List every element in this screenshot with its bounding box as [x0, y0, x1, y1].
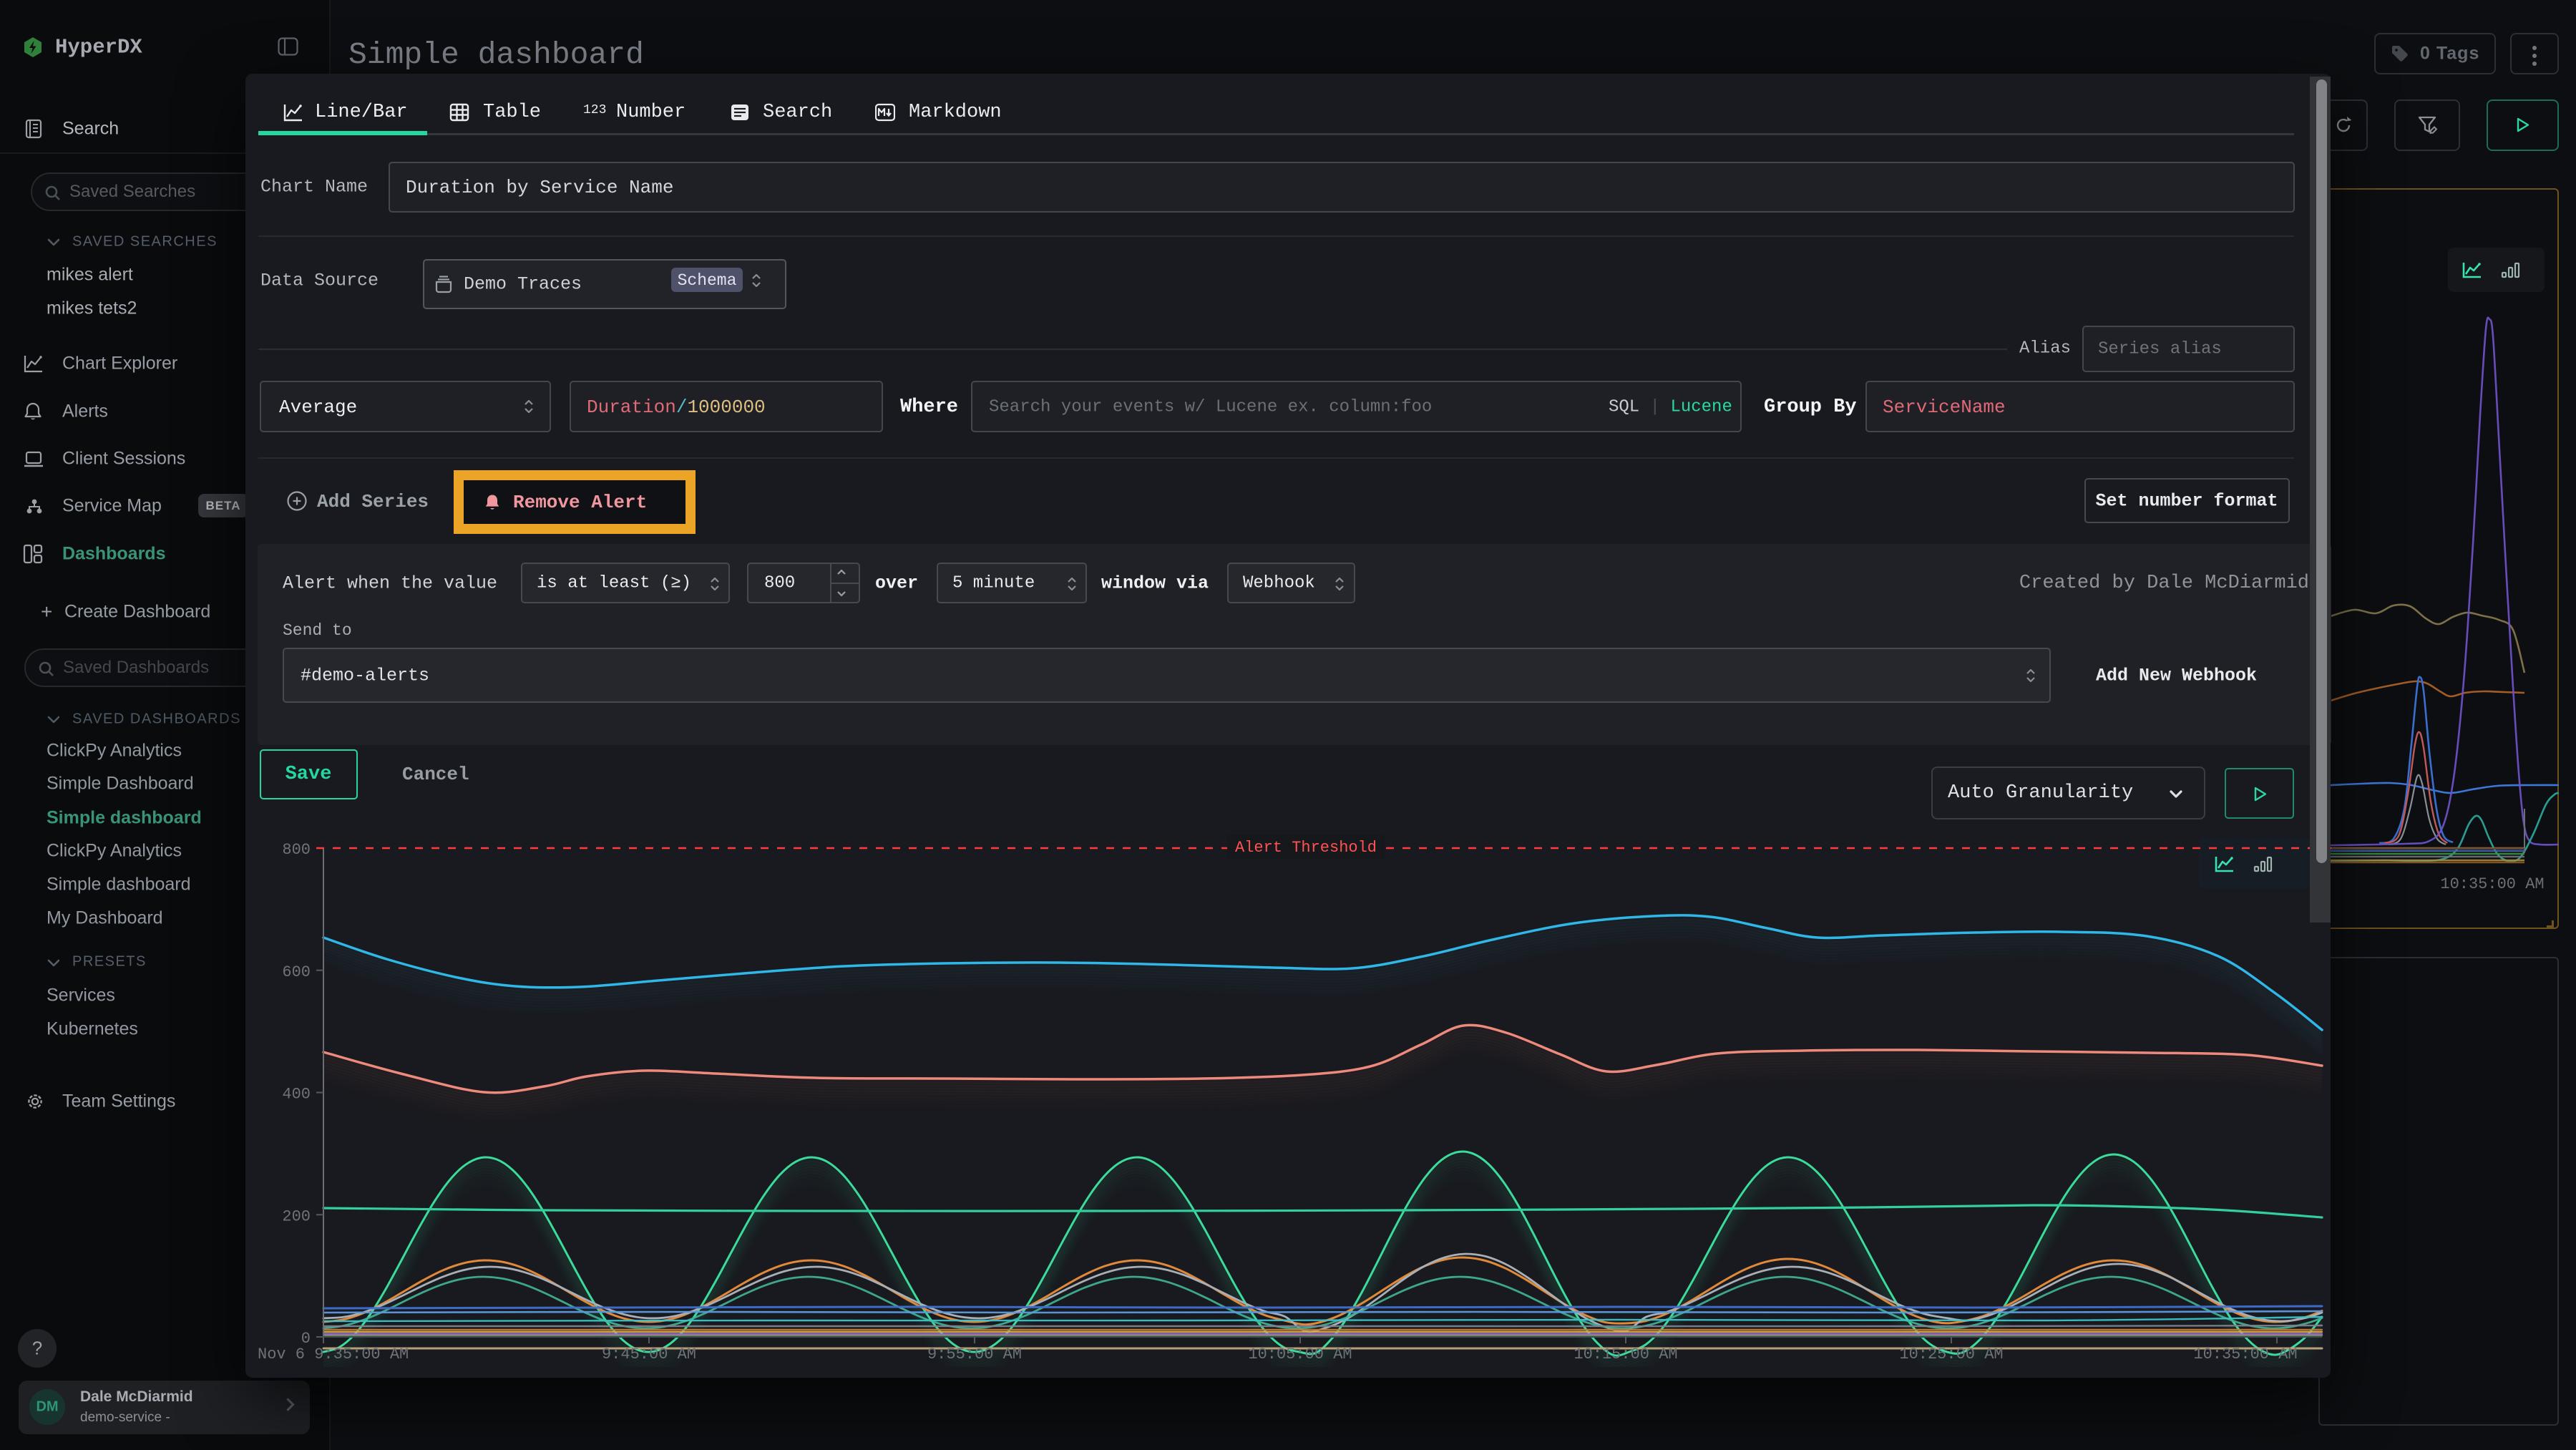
- svg-text:600: 600: [282, 963, 311, 981]
- svg-text:400: 400: [282, 1086, 311, 1104]
- svg-text:Nov 6 9:35:00 AM: Nov 6 9:35:00 AM: [258, 1346, 409, 1363]
- svg-text:9:55:00 AM: 9:55:00 AM: [927, 1346, 1022, 1363]
- svg-text:10:15:00 AM: 10:15:00 AM: [1574, 1346, 1677, 1363]
- svg-text:10:35:00 AM: 10:35:00 AM: [2440, 875, 2544, 893]
- svg-text:10:25:00 AM: 10:25:00 AM: [1899, 1346, 2003, 1363]
- svg-text:10:05:00 AM: 10:05:00 AM: [1248, 1346, 1352, 1363]
- svg-text:Alert Threshold: Alert Threshold: [1235, 839, 1377, 857]
- svg-text:200: 200: [282, 1207, 311, 1225]
- svg-text:800: 800: [282, 841, 311, 859]
- svg-text:10:35:00 AM: 10:35:00 AM: [2193, 1346, 2297, 1363]
- svg-text:9:45:00 AM: 9:45:00 AM: [602, 1346, 696, 1363]
